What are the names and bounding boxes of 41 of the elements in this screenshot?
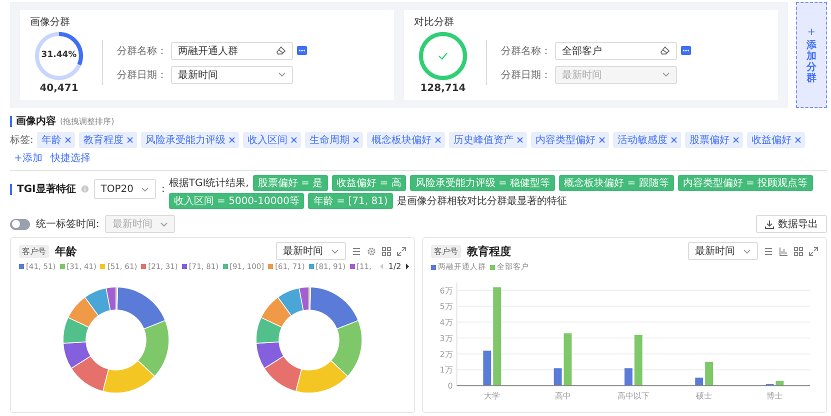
summary-text: 根据TGI统计结果, [168,176,249,190]
section-title: 画像内容 [16,114,56,128]
field-label: 分群日期： [501,68,551,82]
summary-text: 是画像分群相较对比分群最显著的特征 [396,194,567,208]
feature-tag: 股票偏好 = 是 [252,175,328,191]
axis-tick-label: 0 [448,382,453,391]
axis-tick-label: 6万 [440,286,453,296]
axis-category-label: 硕士 [696,392,712,401]
feature-tag: 收入区间 = 5000-10000等 [168,193,304,209]
chart-title: 年龄 [55,244,77,258]
axis-category-label: 博士 [766,392,783,401]
axis-tick-label: 1万 [440,366,453,375]
chart-title: 教育程度 [467,244,511,258]
field-label: 分群名称： [501,44,551,58]
axis-tick-label: 2万 [440,350,453,359]
axis-tick-label: 3万 [440,334,453,343]
badge: 客户号 [431,244,461,258]
toggle-label: 统一标签时间: [36,218,100,231]
axis-category-label: 高中以下 [617,392,650,401]
colon-text: : [161,184,165,194]
feature-tag: 内容类型偏好 = 投顾观点等 [678,175,813,191]
cohort-count: 40,471 [40,83,78,94]
axis-tick-label: 4万 [440,318,453,328]
percentage-label: 31.44% [40,50,78,60]
feature-tag: 概念板块偏好 = 跟随等 [559,175,674,191]
axis-category-label: 高中 [554,392,571,401]
tags-label: 标签: [10,134,34,147]
field-label: 分群名称： [117,44,167,58]
cohort-title: 画像分群 [30,16,71,29]
hint-text: (拖拽调整排序) [60,116,114,126]
cohort-title: 对比分群 [414,16,455,29]
axis-tick-label: 5万 [440,302,453,312]
section-title: TGI显著特征 [17,182,76,196]
page-indicator: 1/2 [388,262,402,271]
cohort-count: 128,714 [420,83,466,94]
feature-tag: 收益偏好 = 高 [332,175,406,191]
feature-tag: 风险承受能力评级 = 稳健型等 [410,175,556,191]
axis-category-label: 大学 [484,392,500,401]
feature-tag: 年龄 = [71, 81) [308,193,393,209]
badge: 客户号 [19,244,49,258]
field-label: 分群日期： [117,68,167,82]
